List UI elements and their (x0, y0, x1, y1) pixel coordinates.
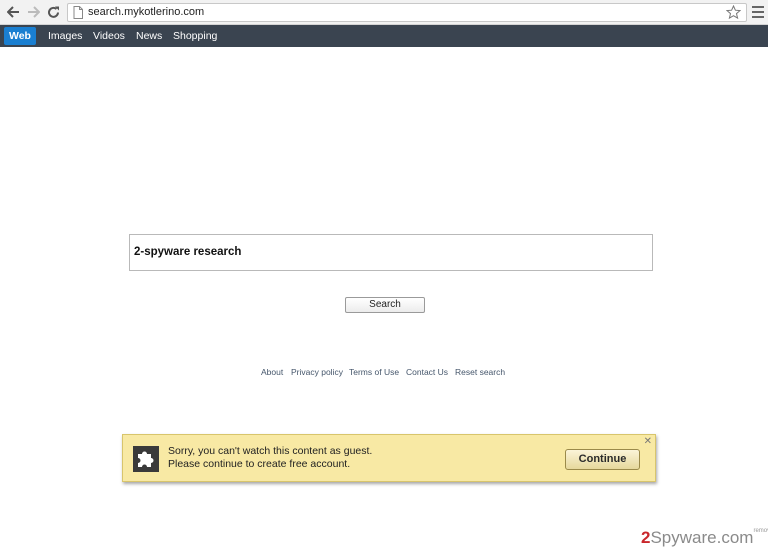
search-button[interactable]: Search (345, 297, 425, 313)
reload-icon (47, 6, 59, 18)
url-text: search.mykotlerino.com (88, 6, 205, 18)
tab-images[interactable]: Images (48, 25, 82, 47)
footer-link-reset-search[interactable]: Reset search (455, 367, 505, 377)
footer-link-privacy[interactable]: Privacy policy (291, 367, 343, 377)
tab-news[interactable]: News (136, 25, 162, 47)
plugin-puzzle-icon (133, 446, 159, 472)
bookmark-star-icon[interactable] (726, 5, 741, 20)
forward-button[interactable] (24, 3, 42, 21)
tab-shopping[interactable]: Shopping (173, 25, 217, 47)
notification-line-1: Sorry, you can't watch this content as g… (168, 445, 373, 457)
footer-link-about[interactable]: About (261, 367, 283, 377)
forward-arrow-icon (27, 6, 40, 18)
back-arrow-icon (6, 6, 19, 18)
back-button[interactable] (4, 3, 22, 21)
watermark-logo: 2Spyware.comremove (641, 528, 768, 547)
search-input[interactable]: 2-spyware research (129, 234, 653, 271)
tab-web[interactable]: Web (4, 27, 36, 45)
notification-message: Sorry, you can't watch this content as g… (168, 445, 372, 471)
page-icon (73, 6, 83, 19)
browser-menu-button[interactable] (752, 4, 764, 20)
search-query-text: 2-spyware research (134, 246, 242, 258)
footer-link-contact[interactable]: Contact Us (406, 367, 448, 377)
browser-toolbar: search.mykotlerino.com (0, 0, 768, 25)
continue-button[interactable]: Continue (565, 449, 640, 470)
plugin-notification-bar: Sorry, you can't watch this content as g… (122, 434, 656, 482)
close-icon[interactable]: ✕ (644, 436, 652, 447)
menu-icon (752, 5, 764, 8)
reload-button[interactable] (44, 3, 62, 21)
address-bar[interactable]: search.mykotlerino.com (67, 3, 747, 22)
tab-videos[interactable]: Videos (93, 25, 125, 47)
notification-line-2: Please continue to create free account. (168, 458, 351, 470)
footer-link-terms[interactable]: Terms of Use (349, 367, 399, 377)
site-nav-bar: Web Images Videos News Shopping (0, 25, 768, 47)
